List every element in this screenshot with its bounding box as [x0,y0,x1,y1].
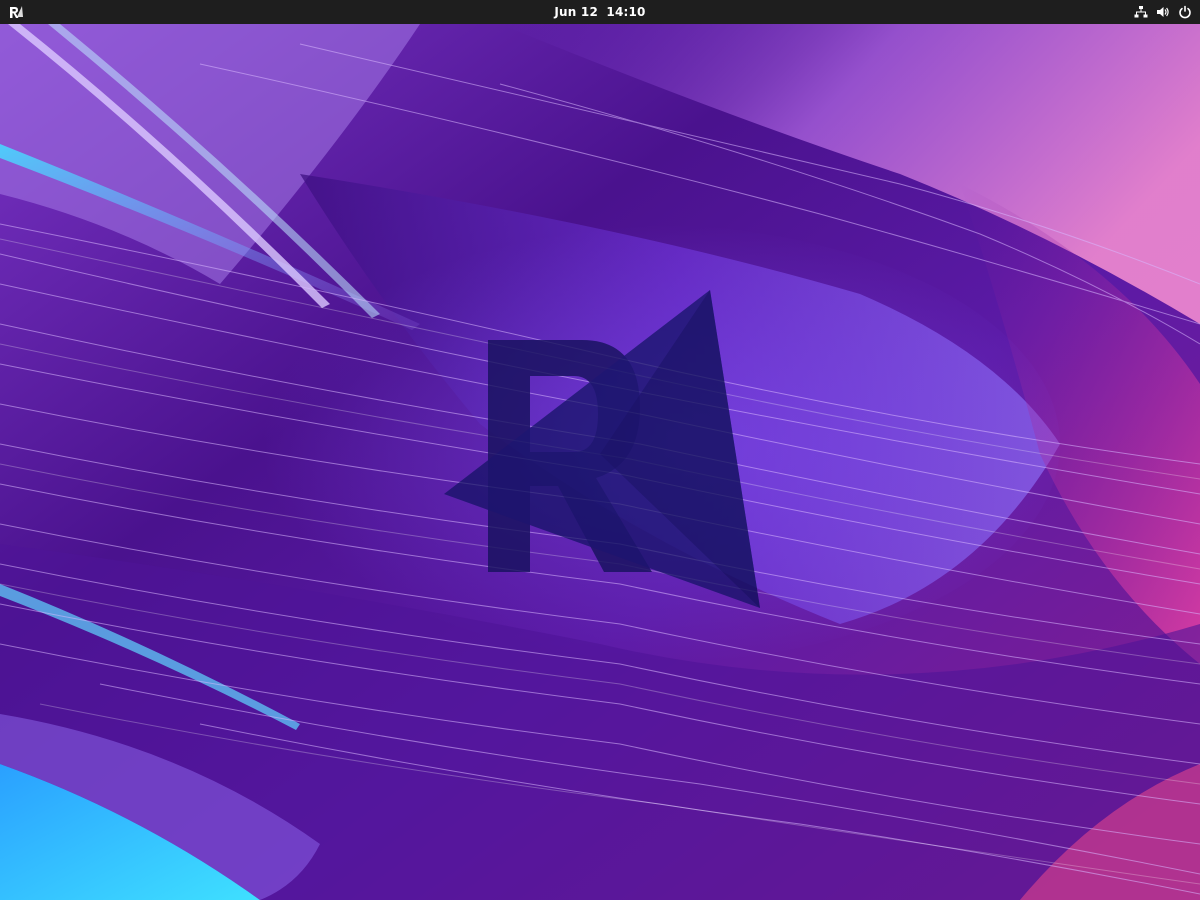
clock[interactable]: Jun 12 14:10 [0,0,1200,24]
desktop-wallpaper [0,24,1200,900]
volume-icon[interactable] [1156,5,1170,19]
clock-time: 14:10 [606,5,646,19]
clock-date: Jun 12 [554,5,599,19]
desktop[interactable] [0,24,1200,900]
system-tray[interactable] [1134,4,1192,20]
top-bar: Jun 12 14:10 [0,0,1200,24]
power-icon[interactable] [1178,5,1192,19]
network-icon[interactable] [1134,5,1148,19]
